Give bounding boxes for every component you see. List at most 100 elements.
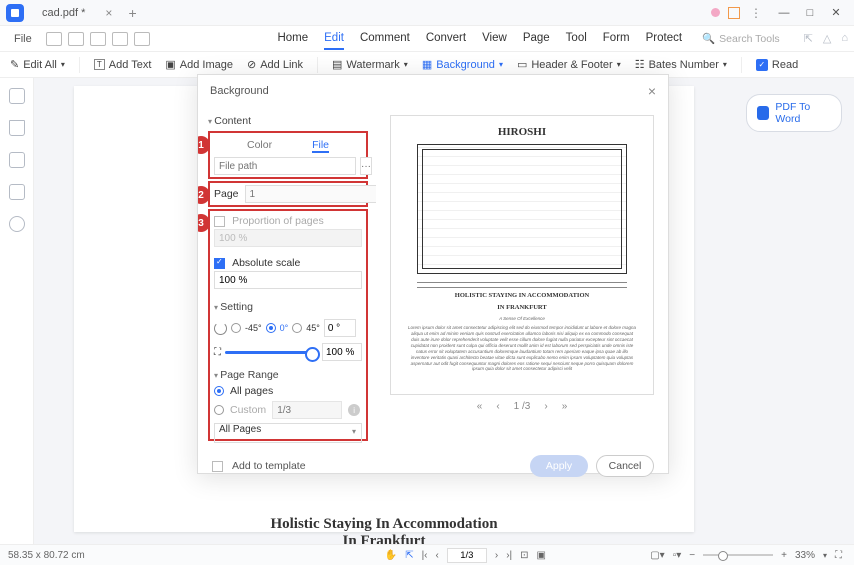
range-section-head[interactable]: Page Range [214,369,362,381]
tab-home[interactable]: Home [277,28,308,50]
fit-width-icon[interactable]: ⊡ [520,550,528,561]
add-template-checkbox[interactable] [212,461,223,472]
tab-page[interactable]: Page [523,28,550,50]
read-button[interactable]: Read [756,59,798,71]
file-path-input[interactable] [214,157,356,175]
share-icon[interactable]: ⇱ [804,32,813,45]
zoom-in-icon[interactable]: + [781,550,787,561]
apply-button[interactable]: Apply [530,455,588,477]
cancel-button[interactable]: Cancel [596,455,654,477]
cloud-icon[interactable]: △ [823,32,831,45]
page-range-select[interactable]: All Pages [214,423,362,443]
bookmark-icon[interactable] [9,120,25,136]
pdf-to-word-button[interactable]: PDF To Word [746,94,842,132]
page-number-input[interactable] [245,185,376,203]
add-tab-button[interactable]: + [128,5,136,21]
select-tool-icon[interactable]: ⇱ [405,550,413,561]
nav-next-icon[interactable]: › [495,550,498,561]
bates-number-button[interactable]: ☷Bates Number▾ [635,58,727,71]
tab-protect[interactable]: Protect [646,28,682,50]
radio-n45[interactable] [231,323,241,333]
setting-section-head[interactable]: Setting [214,301,362,313]
tab-tool[interactable]: Tool [566,28,587,50]
redo-icon[interactable] [112,32,128,46]
home-icon[interactable]: ⌂ [841,32,848,45]
add-image-button[interactable]: ▣Add Image [165,58,233,71]
attachment-icon[interactable] [9,184,25,200]
content-section-head[interactable]: Content [208,115,368,127]
browse-button[interactable]: ··· [360,157,372,175]
scale-input[interactable] [322,343,362,361]
dialog-title: Background [210,85,269,97]
pager-last[interactable]: » [562,401,568,412]
tab-form[interactable]: Form [603,28,630,50]
undo-icon[interactable] [90,32,106,46]
pager-next[interactable]: › [544,401,547,412]
more-icon[interactable]: ⋮ [748,5,764,21]
nav-first-icon[interactable]: |‹ [422,550,428,561]
close-window-button[interactable]: ✕ [824,4,848,22]
thumbnail-icon[interactable] [9,88,25,104]
preview-caption-1: HOLISTIC STAYING IN ACCOMMODATION [407,292,637,300]
pager-first[interactable]: « [477,401,483,412]
proportion-checkbox[interactable] [214,216,225,227]
radio-custom[interactable] [214,405,224,415]
all-pages-label: All pages [230,385,273,397]
absolute-checkbox[interactable] [214,258,225,269]
watermark-icon: ▤ [332,58,342,71]
pencil-icon: ✎ [10,58,19,71]
view-mode-2-icon[interactable]: ▫▾ [673,550,682,561]
search-panel-icon[interactable] [9,216,25,232]
add-link-button[interactable]: ⊘Add Link [247,58,303,71]
notification-icon[interactable] [728,7,740,19]
preview-caption-2: IN FRANKFURT [407,304,637,312]
fullscreen-icon[interactable]: ⛶ [835,550,842,561]
page-number-field[interactable] [447,548,487,563]
document-tab[interactable]: cad.pdf * × [32,3,122,23]
background-button[interactable]: ▦Background▾ [422,58,503,71]
header-footer-button[interactable]: ▭Header & Footer▾ [517,58,621,71]
maximize-button[interactable]: □ [798,4,822,22]
zoom-dropdown-icon[interactable]: ▾ [823,551,827,560]
tab-convert[interactable]: Convert [426,28,466,50]
hand-tool-icon[interactable]: ✋ [385,550,397,561]
pager-current: 1 /3 [514,401,531,412]
absolute-input[interactable] [214,271,362,289]
view-mode-1-icon[interactable]: ▢▾ [650,550,664,561]
file-menu[interactable]: File [6,31,40,47]
radio-45[interactable] [292,323,302,333]
background-dialog: Background × Content 1 Color File ··· 2 [197,74,669,474]
degree-input[interactable] [324,319,356,337]
radio-0[interactable] [266,323,276,333]
dialog-close-button[interactable]: × [648,83,656,99]
nav-last-icon[interactable]: ›| [506,550,512,561]
close-tab-icon[interactable]: × [105,6,112,20]
radio-all-pages[interactable] [214,386,224,396]
mail-icon[interactable] [68,32,84,46]
zoom-out-icon[interactable]: − [689,550,695,561]
proportion-label: Proportion of pages [232,215,324,227]
edit-all-button[interactable]: ✎Edit All▾ [10,58,65,71]
comment-panel-icon[interactable] [9,152,25,168]
fit-page-icon[interactable]: ▣ [537,550,546,561]
file-tab[interactable]: File [312,139,329,153]
tab-edit[interactable]: Edit [324,28,344,50]
color-tab[interactable]: Color [247,139,272,153]
info-icon[interactable]: i [348,404,360,416]
nav-prev-icon[interactable]: ‹ [436,550,439,561]
page-dimensions: 58.35 x 80.72 cm [8,550,85,561]
print-icon[interactable] [134,32,150,46]
zoom-slider[interactable] [703,554,773,556]
custom-range-input[interactable] [272,401,342,419]
tab-comment[interactable]: Comment [360,28,410,50]
preview-body-text: Lorem ipsum dolor sit amet consectetur a… [407,325,637,372]
minimize-button[interactable]: — [772,4,796,22]
opacity-slider[interactable] [225,351,318,354]
pager-prev[interactable]: ‹ [496,401,499,412]
tab-view[interactable]: View [482,28,507,50]
watermark-button[interactable]: ▤Watermark▾ [332,58,408,71]
save-icon[interactable] [46,32,62,46]
background-icon: ▦ [422,58,432,71]
add-text-button[interactable]: TAdd Text [94,59,152,71]
search-tools[interactable]: 🔍 Search Tools [702,32,780,45]
